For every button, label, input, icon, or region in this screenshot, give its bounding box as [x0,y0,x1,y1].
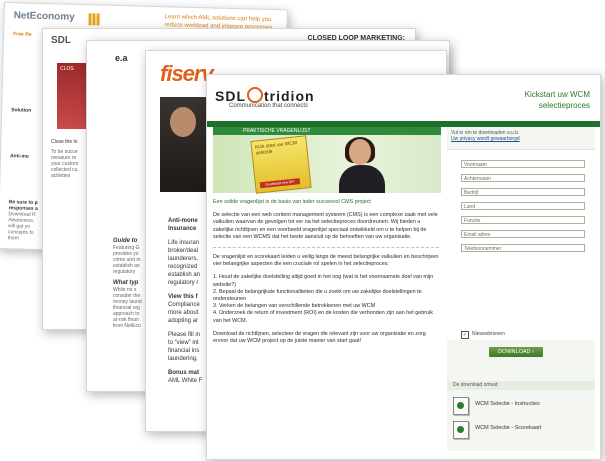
document-icon [453,421,469,439]
band-label: CLOS [60,66,74,72]
bullet-item: 1. Houd de zakelijke doelstelling altijd… [213,274,434,288]
bullet-item: 3. Verken de belangen van verschillende … [213,303,376,310]
front-page-sdl-tridion: SDL tridion Communication that connects K… [206,74,601,460]
downloads-header: De download omvat: [447,381,595,390]
newsletter-label: Nieuwsbrieven [472,331,505,337]
intro-text: Een solide vragenlijst is de basis van i… [213,199,371,205]
booklet-download-button[interactable]: Download een RFI [259,178,301,189]
ea-logo: e.a [115,53,128,63]
paragraph-2: De vragenlijst en scorekaart leiden u ve… [213,254,439,268]
download-button[interactable]: DOWNLOAD › [489,347,543,357]
download-button-label: DOWNLOAD [498,349,531,355]
document-icon [453,397,469,415]
sdl-tridion-logo: SDL tridion Communication that connects [215,87,315,109]
logo-tridion-text: tridion [264,88,315,104]
booklet-title: Kick start uw WCM selectie [254,140,298,157]
closed-loop-text: Close the lo To be succe measure re your… [51,139,91,179]
first-name-field[interactable]: Voornaam [461,160,585,168]
bullet-item: 2. Bepaal de belangrijkste functionalite… [213,288,422,303]
kickstart-heading: Kickstart uw WCM selectieproces [524,90,590,110]
main-article: Een solide vragenlijst is de basis van i… [213,199,439,351]
job-title-field[interactable]: Functie [461,216,585,224]
privacy-link[interactable]: Uw privacy wordt gewaarborgd [447,136,595,142]
tridion-circle-icon [247,87,263,103]
rfi-booklet: Kick start uw WCM selectie Download een … [250,135,312,194]
logo-tagline: Communication that connects [229,103,309,109]
download-sidebar: Vul in om te downloaden a.u.b. Uw privac… [447,127,595,451]
snippet: them [7,235,20,242]
download-item-scorekaart[interactable]: WCM Selectie - Scorekaart [453,419,591,439]
man-photo [160,97,210,192]
woman-photo [333,137,389,193]
paragraph-1: De selectie van een web content manageme… [213,212,438,240]
text-line: activities [51,173,71,179]
download-item-label: WCM Selectie - Scorekaart [475,425,542,431]
check-icon: ✓ [461,331,469,339]
arrow-right-icon: › [532,349,534,355]
download-form: Voornaam Achternaam Bedrijf Land Functie… [447,149,595,340]
neteconomy-logo: NetEconomy [13,10,75,23]
fiserv-logo: fiserv [160,61,214,86]
company-field[interactable]: Bedrijf [461,188,585,196]
paragraph-3: Download de richtlijnen, selecteer de vr… [213,330,426,345]
banner-heading: PRAKTISCHE VRAGENLIJST [213,127,441,135]
form-intro: Vul in om te downloaden a.u.b. [451,130,520,136]
download-item-instructies[interactable]: WCM Selectie - Instructies [453,395,591,415]
bullet-item: 4. Onderzoek de return of investment (RO… [213,310,433,324]
email-field[interactable]: Email adres [461,230,585,238]
logo-sdl-text: SDL [215,88,246,104]
hero-banner: PRAKTISCHE VRAGENLIJST Kick start uw WCM… [213,127,441,194]
neteconomy-logo-grid-icon [88,13,101,26]
sdl-logo: SDL [51,35,71,46]
neteconomy-snippets: Free Re Solution Anti-mo Be sure to p re… [8,31,43,242]
divider [213,247,439,249]
country-field[interactable]: Land [461,202,585,210]
newsletter-checkbox[interactable]: ✓ Nieuwsbrieven [461,331,505,339]
phone-field[interactable]: Telefoonnummer [461,244,585,252]
booklet-button-label: Download een RFI [265,179,295,187]
download-item-label: WCM Selectie - Instructies [475,401,540,407]
last-name-field[interactable]: Achternaam [461,174,585,182]
